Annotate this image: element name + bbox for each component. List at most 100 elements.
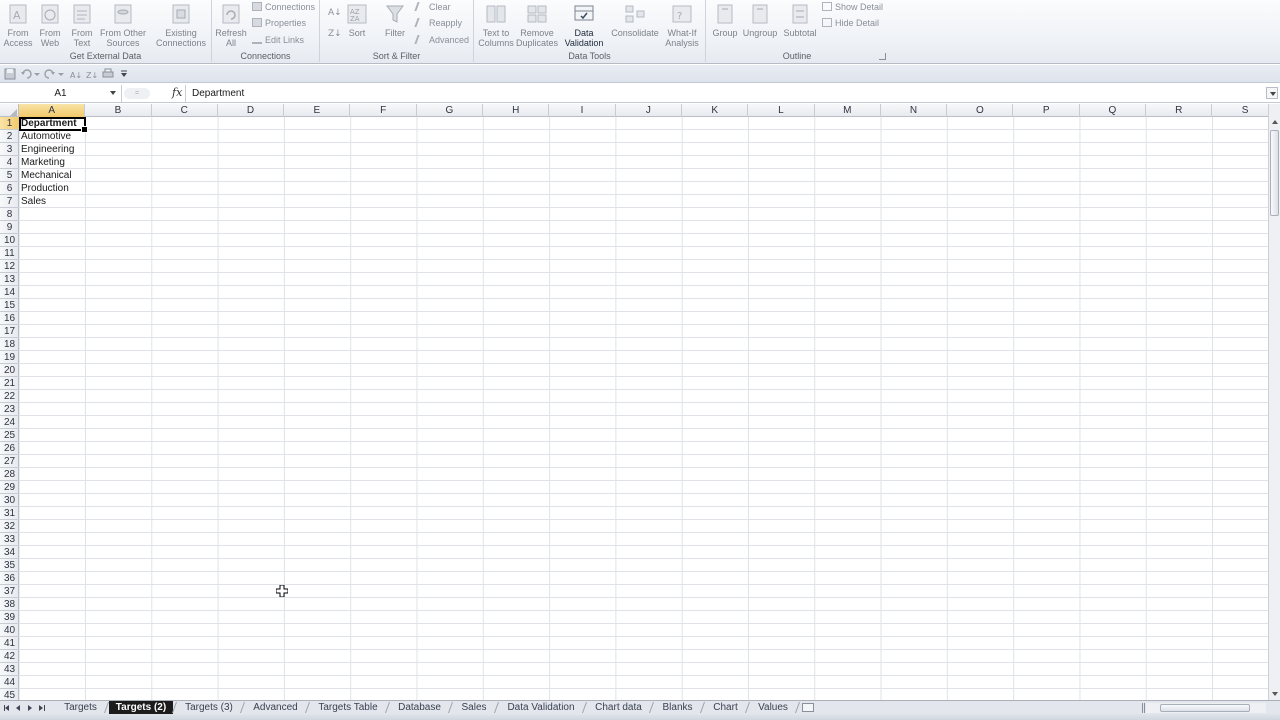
sheet-tab[interactable]: Targets <box>56 701 105 714</box>
sheet-tab[interactable]: Targets Table <box>310 701 386 714</box>
row-header-41[interactable]: 41 <box>0 637 19 650</box>
data-validation-button[interactable]: Data Validation <box>562 0 606 48</box>
row-header-27[interactable]: 27 <box>0 455 19 468</box>
row-header-22[interactable]: 22 <box>0 390 19 403</box>
cell-a3[interactable]: Engineering <box>21 143 74 156</box>
group-button[interactable]: Group <box>710 0 740 38</box>
formula-handle-icon[interactable]: = <box>124 88 150 99</box>
column-header-r[interactable]: R <box>1146 104 1213 117</box>
row-header-44[interactable]: 44 <box>0 676 19 689</box>
horizontal-scroll-thumb[interactable] <box>1160 704 1250 712</box>
sheet-tab[interactable]: Targets (3) <box>177 701 241 714</box>
row-header-32[interactable]: 32 <box>0 520 19 533</box>
from-web-button[interactable]: From Web <box>34 0 66 48</box>
row-header-21[interactable]: 21 <box>0 377 19 390</box>
what-if-analysis-button[interactable]: ? What-If Analysis <box>662 0 702 48</box>
column-header-q[interactable]: Q <box>1080 104 1147 117</box>
row-header-13[interactable]: 13 <box>0 273 19 286</box>
row-header-5[interactable]: 5 <box>0 169 19 182</box>
undo-icon[interactable] <box>20 68 32 80</box>
row-header-34[interactable]: 34 <box>0 546 19 559</box>
filter-button[interactable]: Filter <box>380 0 410 38</box>
sheet-tab[interactable]: Sales <box>453 701 495 714</box>
row-header-40[interactable]: 40 <box>0 624 19 637</box>
row-header-43[interactable]: 43 <box>0 663 19 676</box>
column-header-c[interactable]: C <box>152 104 218 117</box>
cell-a6[interactable]: Production <box>21 182 69 195</box>
column-header-d[interactable]: D <box>218 104 285 117</box>
insert-worksheet-icon[interactable] <box>802 703 814 712</box>
row-header-4[interactable]: 4 <box>0 156 19 169</box>
row-header-31[interactable]: 31 <box>0 507 19 520</box>
row-header-9[interactable]: 9 <box>0 221 19 234</box>
select-all-corner[interactable] <box>0 104 19 117</box>
last-sheet-icon[interactable] <box>37 704 45 712</box>
sheet-tab[interactable]: Database <box>390 701 449 714</box>
worksheet-grid[interactable]: Department Automotive Engineering Market… <box>19 117 1268 700</box>
customize-qat-icon[interactable] <box>120 68 128 80</box>
column-header-k[interactable]: K <box>682 104 749 117</box>
previous-sheet-icon[interactable] <box>15 704 23 712</box>
row-header-8[interactable]: 8 <box>0 208 19 221</box>
row-header-20[interactable]: 20 <box>0 364 19 377</box>
column-header-p[interactable]: P <box>1014 104 1080 117</box>
scroll-up-icon[interactable] <box>1269 116 1280 128</box>
row-header-42[interactable]: 42 <box>0 650 19 663</box>
column-header-l[interactable]: L <box>748 104 815 117</box>
refresh-all-button[interactable]: Refresh All <box>214 0 248 48</box>
row-header-10[interactable]: 10 <box>0 234 19 247</box>
sort-descending-qat-icon[interactable]: Z↓ <box>86 68 98 80</box>
text-to-columns-button[interactable]: Text to Columns <box>476 0 516 48</box>
undo-dropdown-icon[interactable] <box>34 68 40 80</box>
row-header-11[interactable]: 11 <box>0 247 19 260</box>
from-text-button[interactable]: From Text <box>66 0 98 48</box>
row-header-18[interactable]: 18 <box>0 338 19 351</box>
clear-filter-button[interactable]: Clear <box>414 1 451 13</box>
advanced-filter-button[interactable]: Advanced <box>414 34 469 46</box>
connections-button[interactable]: Connections <box>252 1 315 13</box>
remove-duplicates-button[interactable]: Remove Duplicates <box>516 0 558 48</box>
column-header-m[interactable]: M <box>815 104 881 117</box>
column-header-f[interactable]: F <box>351 104 417 117</box>
row-header-3[interactable]: 3 <box>0 143 19 156</box>
consolidate-button[interactable]: Consolidate <box>608 0 662 38</box>
row-header-39[interactable]: 39 <box>0 611 19 624</box>
row-header-29[interactable]: 29 <box>0 481 19 494</box>
column-header-e[interactable]: E <box>284 104 351 117</box>
sort-az-button[interactable]: A↓ Z↓ <box>324 0 344 42</box>
row-header-1[interactable]: 1 <box>0 117 19 130</box>
row-header-6[interactable]: 6 <box>0 182 19 195</box>
edit-links-button[interactable]: Edit Links <box>252 34 304 46</box>
existing-connections-button[interactable]: Existing Connections <box>152 0 210 48</box>
column-header-b[interactable]: B <box>85 104 152 117</box>
active-cell-selection[interactable] <box>19 117 88 133</box>
row-header-12[interactable]: 12 <box>0 260 19 273</box>
row-header-14[interactable]: 14 <box>0 286 19 299</box>
column-header-j[interactable]: J <box>616 104 682 117</box>
row-header-28[interactable]: 28 <box>0 468 19 481</box>
cell-a2[interactable]: Automotive <box>21 130 71 143</box>
row-header-33[interactable]: 33 <box>0 533 19 546</box>
row-header-17[interactable]: 17 <box>0 325 19 338</box>
properties-button[interactable]: Properties <box>252 17 306 29</box>
row-header-30[interactable]: 30 <box>0 494 19 507</box>
sort-button[interactable]: AZ ZA Sort <box>344 0 370 38</box>
cell-a5[interactable]: Mechanical <box>21 169 72 182</box>
formula-input[interactable]: Department <box>192 85 244 102</box>
row-header-19[interactable]: 19 <box>0 351 19 364</box>
tab-split-handle[interactable] <box>1142 703 1145 713</box>
column-header-h[interactable]: H <box>483 104 550 117</box>
name-box[interactable]: A1 <box>0 85 122 102</box>
row-header-37[interactable]: 37 <box>0 585 19 598</box>
from-access-button[interactable]: A From Access <box>2 0 34 48</box>
sheet-tab[interactable]: Data Validation <box>499 701 583 714</box>
sort-ascending-qat-icon[interactable]: A↓ <box>70 68 82 80</box>
from-other-sources-button[interactable]: From Other Sources <box>98 0 148 48</box>
next-sheet-icon[interactable] <box>26 704 34 712</box>
sheet-tab[interactable]: Chart data <box>587 701 650 714</box>
row-header-24[interactable]: 24 <box>0 416 19 429</box>
redo-dropdown-icon[interactable] <box>58 68 64 80</box>
insert-function-icon[interactable]: fx <box>172 86 182 99</box>
row-header-38[interactable]: 38 <box>0 598 19 611</box>
sheet-tab[interactable]: Blanks <box>654 701 701 714</box>
